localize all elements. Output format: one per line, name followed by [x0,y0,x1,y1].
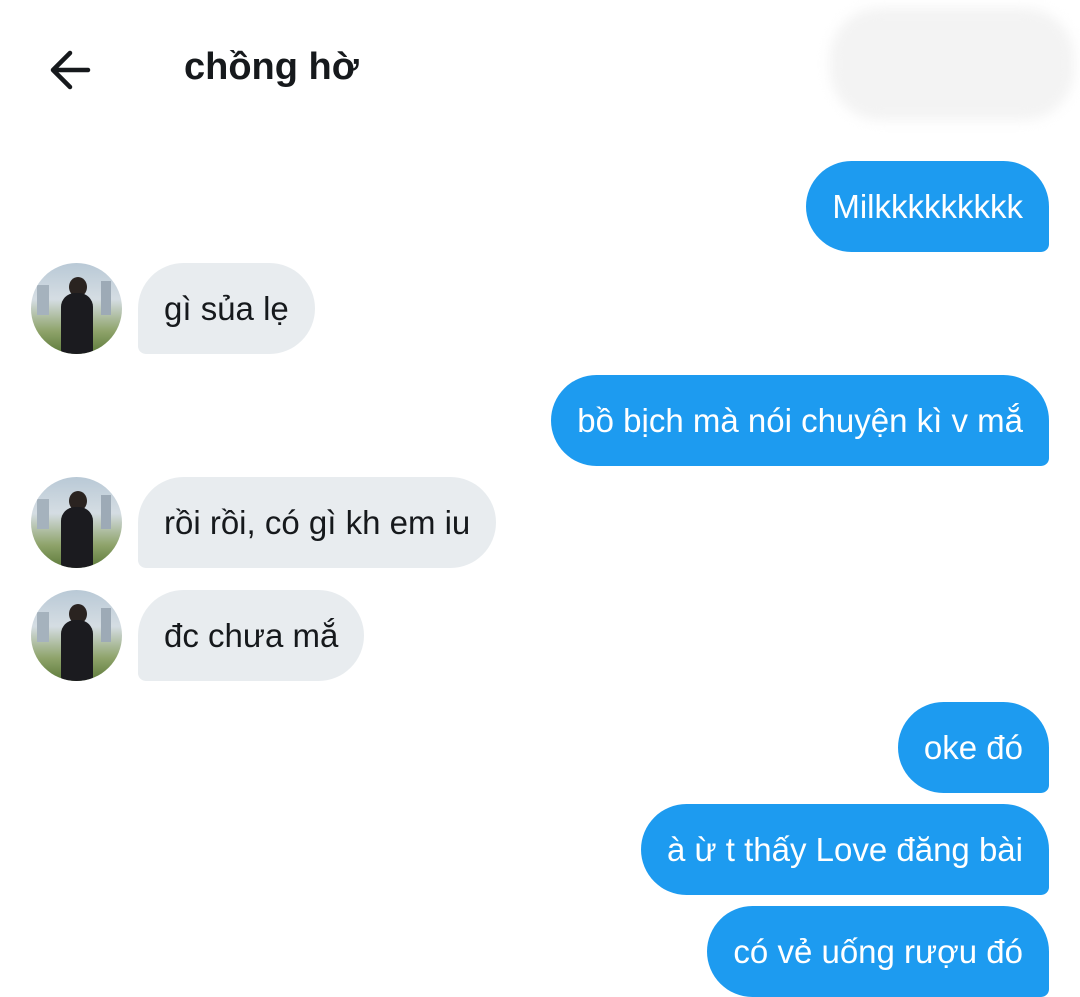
arrow-left-icon [50,50,91,90]
message-bubble-outgoing[interactable]: oke đó [897,702,1049,793]
avatar[interactable] [31,590,122,681]
message-bubble-outgoing[interactable]: có vẻ uống rượu đó [707,906,1049,997]
redacted-area [830,8,1074,120]
message-bubble-incoming[interactable]: rồi rồi, có gì kh em iu [138,477,497,568]
conversation-title[interactable]: chồng hờ [184,46,359,89]
message-bubble-incoming[interactable]: gì sủa lẹ [138,263,315,354]
avatar[interactable] [31,263,122,354]
back-button[interactable] [44,44,100,96]
message-bubble-outgoing[interactable]: à ừ t thấy Love đăng bài [640,804,1049,895]
chat-header: chồng hờ [0,0,1080,140]
message-bubble-outgoing[interactable]: Milkkkkkkkkk [806,161,1049,252]
message-bubble-incoming[interactable]: đc chưa mắ [138,590,365,681]
avatar[interactable] [31,477,122,568]
message-bubble-outgoing[interactable]: bồ bịch mà nói chuyện kì v mắ [551,375,1049,466]
